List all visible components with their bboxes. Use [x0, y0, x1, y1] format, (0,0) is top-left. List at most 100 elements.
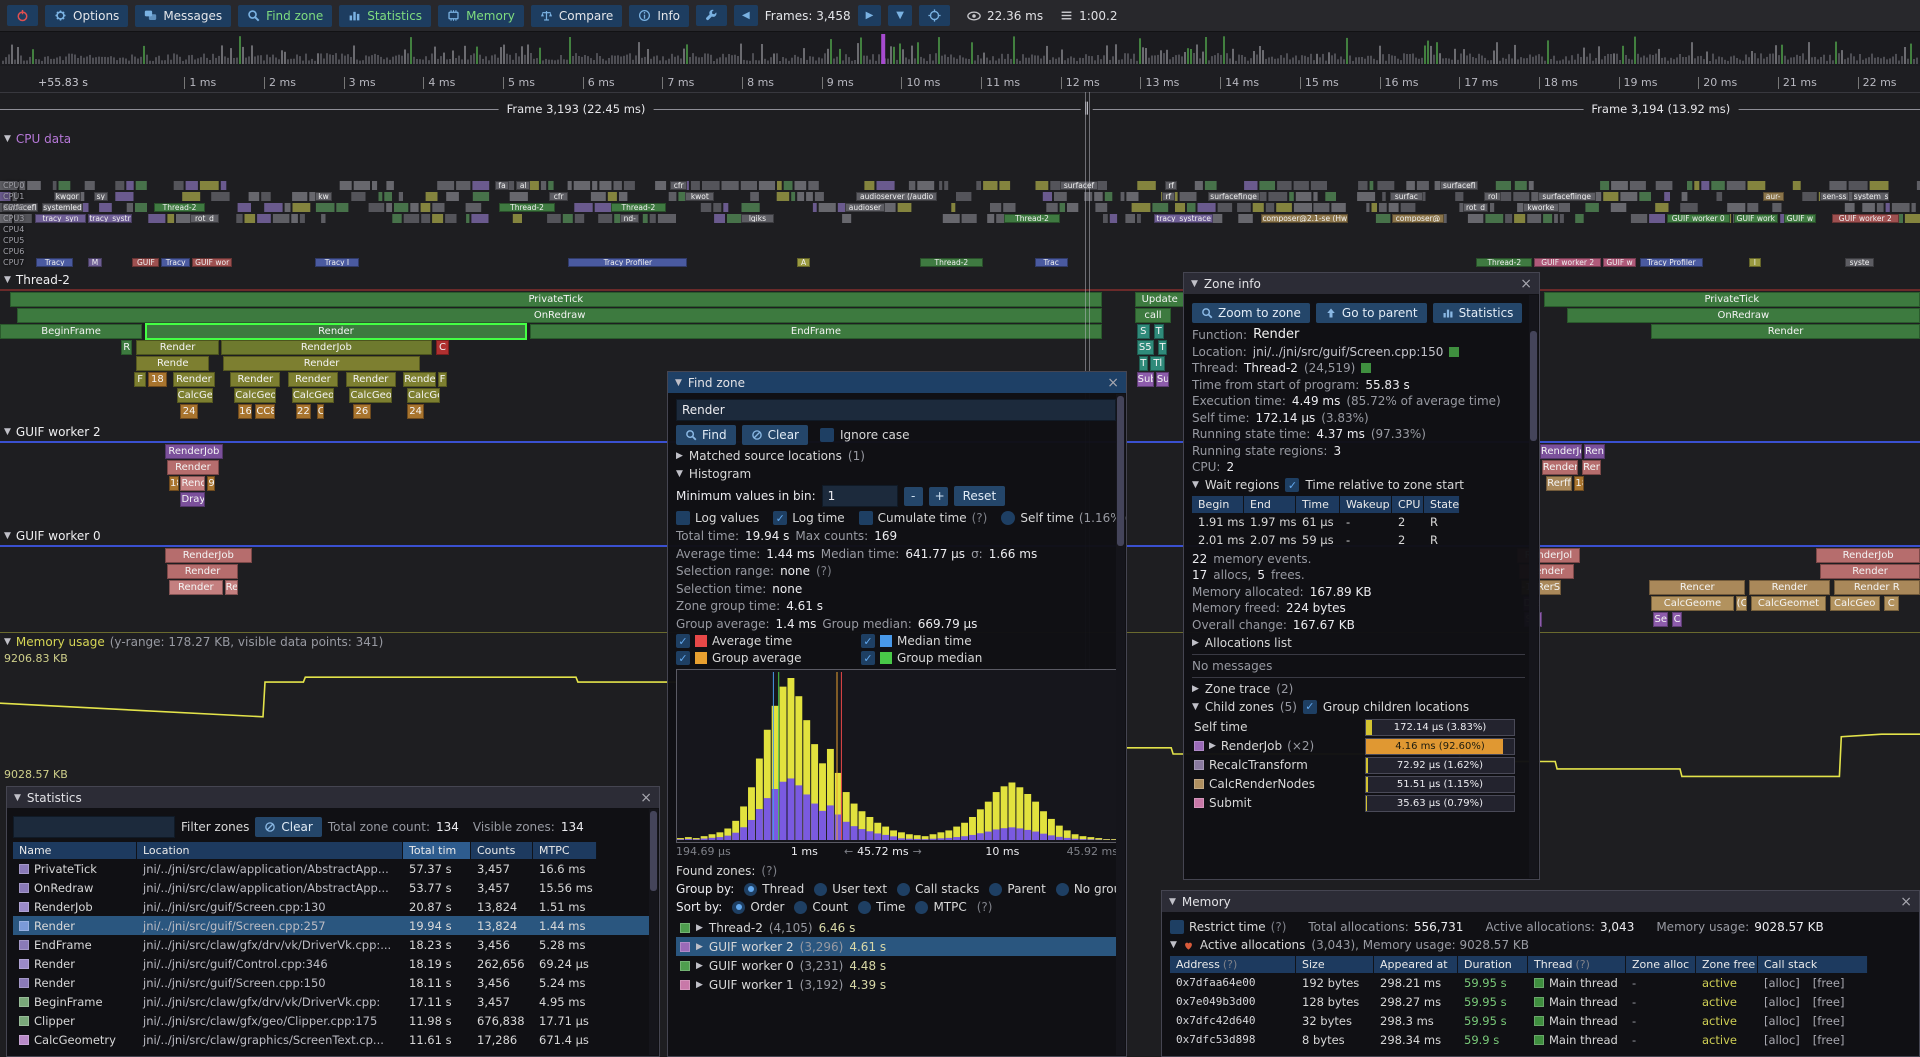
zone-trace-header[interactable]: ▶ Zone trace (2): [1192, 682, 1525, 696]
checkbox[interactable]: [1170, 920, 1184, 934]
zoom-to-zone-button[interactable]: Zoom to zone: [1192, 303, 1310, 323]
restrict-time-checkbox[interactable]: Restrict time(?): [1170, 920, 1286, 934]
scrollbar-thumb[interactable]: [650, 811, 657, 891]
toolbar-button-info[interactable]: Info: [629, 5, 689, 27]
memory-column-size[interactable]: Size: [1296, 956, 1374, 973]
timeline-zone[interactable]: 9: [207, 476, 215, 491]
memory-column-thread[interactable]: Thread(?): [1528, 956, 1626, 973]
group-by-option-parent[interactable]: Parent: [989, 882, 1045, 896]
time-relative-checkbox[interactable]: [1285, 478, 1299, 492]
collapse-icon[interactable]: ▼: [4, 637, 11, 647]
timeline-zone[interactable]: Render: [1749, 580, 1830, 595]
timeline-zone[interactable]: Se: [1653, 612, 1668, 627]
axis-pan-range[interactable]: ←45.72 ms→: [844, 845, 922, 858]
found-zone-group-guif-worker-2[interactable]: ▶GUIF worker 2(3,296)4.61 s: [676, 937, 1118, 956]
checkbox-log-values[interactable]: Log values: [676, 511, 759, 525]
timeline-zone[interactable]: CalcGeo: [1830, 596, 1880, 611]
legend-median-time[interactable]: Median time: [861, 634, 1118, 648]
cpu-zone[interactable]: kwgor: [54, 192, 81, 201]
cpu-zone[interactable]: aur-: [1763, 192, 1784, 201]
wait-column-time[interactable]: Time: [1296, 496, 1340, 513]
cpu-zone[interactable]: Thread-2: [154, 203, 206, 212]
radio-button[interactable]: [1056, 883, 1069, 896]
cpu-zone[interactable]: systemleds: [42, 203, 82, 212]
allocations-list-header[interactable]: ▶ Allocations list: [1192, 636, 1525, 650]
timeline-zone[interactable]: Tl: [1150, 356, 1165, 371]
cpu-zone[interactable]: GUIF worker 0: [1667, 214, 1730, 223]
statistics-row[interactable]: EndFramejni/../jni/src/claw/gfx/drv/vk/D…: [13, 935, 653, 954]
timeline-zone[interactable]: 18: [169, 476, 179, 491]
timeline-zone[interactable]: Rende: [136, 356, 209, 371]
timeline-zone[interactable]: 24: [407, 404, 424, 419]
toolbar-button-memory[interactable]: Memory: [438, 5, 524, 27]
checkbox[interactable]: [859, 511, 873, 525]
stats-column-location[interactable]: Location: [137, 842, 403, 859]
decrease-button[interactable]: -: [904, 487, 923, 506]
checkbox[interactable]: [1001, 511, 1015, 525]
found-zone-group-guif-worker-1[interactable]: ▶GUIF worker 1(3,192)4.39 s: [676, 975, 1118, 994]
timeline-zone[interactable]: Render: [169, 580, 223, 595]
crosshair-button[interactable]: [919, 5, 950, 26]
radio-button[interactable]: [915, 901, 928, 914]
callstack-free-link[interactable]: [free]: [1813, 995, 1845, 1009]
cpu-zone[interactable]: Thread-2: [499, 203, 555, 212]
cpu-zone[interactable]: Tracy Profiler: [1640, 258, 1703, 267]
cpu-zone[interactable]: system_s: [1853, 192, 1889, 201]
timeline-zone[interactable]: R: [121, 340, 133, 355]
cpu-zone[interactable]: al: [516, 181, 529, 190]
child-zone-row[interactable]: Self time172.14 µs (3.83%): [1192, 718, 1525, 737]
cpu-zone[interactable]: Tracy: [36, 258, 72, 267]
find-zone-titlebar[interactable]: ▼ Find zone ×: [668, 372, 1126, 393]
help-icon[interactable]: (?): [972, 511, 988, 525]
increase-button[interactable]: +: [929, 487, 948, 506]
cpu-zone[interactable]: I: [1749, 258, 1761, 267]
wait-column-begin[interactable]: Begin: [1192, 496, 1244, 513]
timeline-zone[interactable]: CalcGeo: [349, 388, 391, 403]
timeline-zone[interactable]: T: [1154, 324, 1164, 339]
radio-button[interactable]: [732, 901, 745, 914]
timeline-zone[interactable]: Rerff: [1546, 476, 1573, 491]
toolbar-button-find-zone[interactable]: Find zone: [238, 5, 332, 27]
wait-column-end[interactable]: End: [1244, 496, 1296, 513]
cpu-zone[interactable]: audioserver (/audio: [856, 192, 937, 201]
statistics-row[interactable]: Renderjni/../jni/src/guif/Screen.cpp:257…: [13, 916, 653, 935]
close-icon[interactable]: ×: [640, 791, 652, 805]
timeline-zone[interactable]: Ren: [1582, 460, 1601, 475]
child-zone-row[interactable]: RecalcTransform72.92 µs (1.62%): [1192, 756, 1525, 775]
help-icon[interactable]: (?): [816, 564, 832, 578]
child-zones-header[interactable]: ▼ Child zones (5) Group children locatio…: [1192, 700, 1525, 714]
go-to-parent-button[interactable]: Go to parent: [1316, 303, 1427, 323]
cpu-zone[interactable]: tracy_systrace: [88, 214, 132, 223]
timeline-zone[interactable]: (C: [1736, 596, 1748, 611]
stats-column-total-tim[interactable]: Total tim: [403, 842, 471, 859]
clear-filter-button[interactable]: Clear: [255, 817, 321, 837]
callstack-alloc-link[interactable]: [alloc]: [1764, 995, 1800, 1009]
collapse-icon[interactable]: ▼: [4, 134, 11, 144]
timeline-zone[interactable]: 18: [148, 372, 167, 387]
cpu-zone[interactable]: cfr: [670, 181, 687, 190]
cpu-data-header[interactable]: ▼ CPU data: [4, 132, 71, 146]
cpu-zone[interactable]: M: [88, 258, 101, 267]
group-by-option-user-text[interactable]: User text: [814, 882, 887, 896]
timeline-zone[interactable]: Render: [1820, 564, 1920, 579]
statistics-row[interactable]: BeginFramejni/../jni/src/claw/gfx/drv/vk…: [13, 992, 653, 1011]
allocation-row[interactable]: 0x7e049b3d00128 bytes298.27 ms59.95 sMai…: [1170, 992, 1911, 1011]
scrollbar[interactable]: [1116, 394, 1125, 1055]
find-button[interactable]: Find: [676, 425, 736, 445]
timeline-zone[interactable]: C: [1672, 612, 1682, 627]
sort-by-option-count[interactable]: Count: [794, 900, 848, 914]
frame-dropdown-button[interactable]: ▼: [888, 5, 912, 26]
help-icon[interactable]: (?): [1271, 920, 1287, 934]
radio-button[interactable]: [858, 901, 871, 914]
stats-column-counts[interactable]: Counts: [471, 842, 533, 859]
radio-button[interactable]: [744, 883, 757, 896]
frame-label-3193[interactable]: Frame 3,193 (22.45 ms): [499, 102, 654, 116]
frame-markers-row[interactable]: Frame 3,193 (22.45 ms) ║ Frame 3,194 (13…: [0, 92, 1920, 128]
scrollbar-thumb[interactable]: [1117, 396, 1124, 546]
checkbox[interactable]: [676, 651, 690, 665]
active-allocations-header[interactable]: ▼Active allocations(3,043), Memory usage…: [1170, 938, 1911, 952]
cpu-zone[interactable]: sy: [94, 192, 107, 201]
timeline-zone[interactable]: C: [317, 404, 325, 419]
memory-column-appeared-at[interactable]: Appeared at: [1374, 956, 1458, 973]
cpu-zone[interactable]: A: [797, 258, 810, 267]
